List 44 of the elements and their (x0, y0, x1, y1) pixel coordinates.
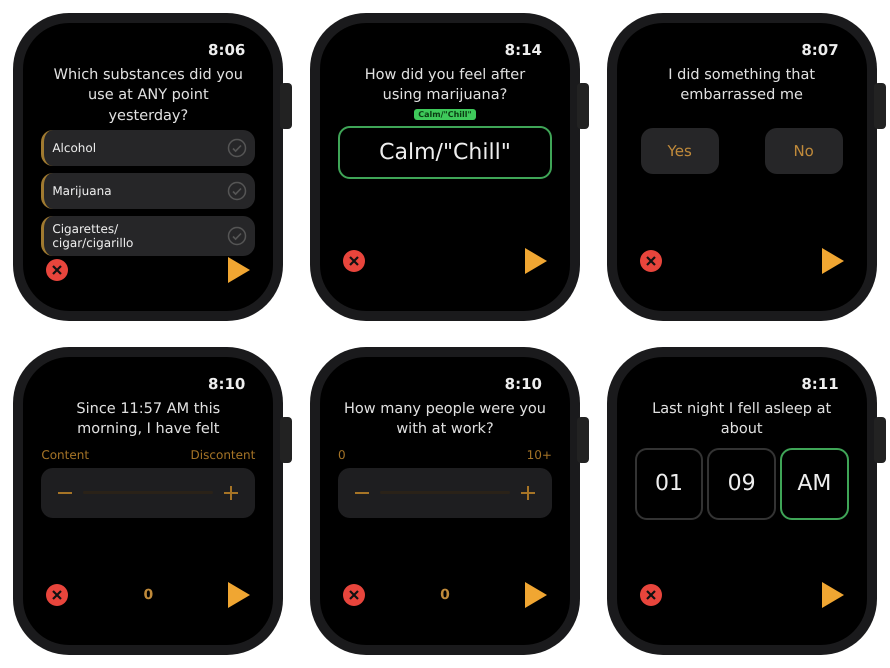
choice-tag: Calm/"Chill" (414, 108, 476, 120)
plus-icon[interactable] (520, 484, 536, 501)
clock-time: 8:07 (800, 41, 840, 59)
clock-time: 8:14 (504, 41, 543, 59)
answer-picker[interactable]: Calm/"Chill" (338, 126, 552, 179)
time-field[interactable]: 09 (707, 448, 776, 520)
question-text: How many people were you with at work? (342, 400, 547, 440)
clock-time: 8:10 (207, 375, 246, 393)
value-text: 0 (440, 587, 450, 603)
min-label: Content (41, 448, 90, 462)
option-row[interactable]: Marijuana (41, 172, 256, 209)
clock-time: 8:10 (504, 375, 543, 393)
close-icon[interactable] (342, 583, 366, 607)
close-icon[interactable] (638, 583, 663, 607)
play-icon[interactable] (820, 247, 845, 275)
option-row[interactable]: Cigarettes/ cigar/cigarillo (41, 216, 256, 256)
answer-button[interactable]: Yes (640, 128, 719, 174)
plus-icon[interactable] (223, 484, 240, 501)
question-text: Since 11:57 AM this morning, I have felt (75, 400, 222, 440)
question-text: Which substances did you use at ANY point yesterday? (52, 66, 244, 126)
min-label: 0 (338, 448, 346, 462)
max-label: Discontent (190, 448, 256, 462)
answer-button[interactable]: No (764, 128, 843, 174)
clock-time: 8:06 (207, 41, 246, 59)
question-text: How did you feel after using marijuana? (364, 66, 526, 106)
time-field[interactable]: 01 (634, 448, 704, 520)
digital-crown[interactable] (280, 83, 292, 129)
close-icon[interactable] (45, 258, 70, 282)
max-label: 10+ (526, 448, 552, 462)
question-text: Last night I fell asleep at about (651, 400, 832, 440)
play-icon[interactable] (524, 581, 548, 609)
clock-time: 8:11 (800, 375, 840, 393)
question-text: I did something that embarrassed me (667, 66, 816, 106)
play-icon[interactable] (227, 256, 252, 284)
close-icon[interactable] (45, 583, 70, 607)
option-row[interactable]: Alcohol (41, 130, 256, 166)
time-field[interactable]: AM (780, 448, 849, 520)
value-text: 0 (143, 587, 154, 603)
digital-crown[interactable] (280, 417, 292, 463)
play-icon[interactable] (524, 247, 548, 275)
close-icon[interactable] (342, 249, 366, 273)
close-icon[interactable] (638, 249, 663, 273)
play-icon[interactable] (820, 581, 845, 609)
play-icon[interactable] (227, 581, 252, 609)
